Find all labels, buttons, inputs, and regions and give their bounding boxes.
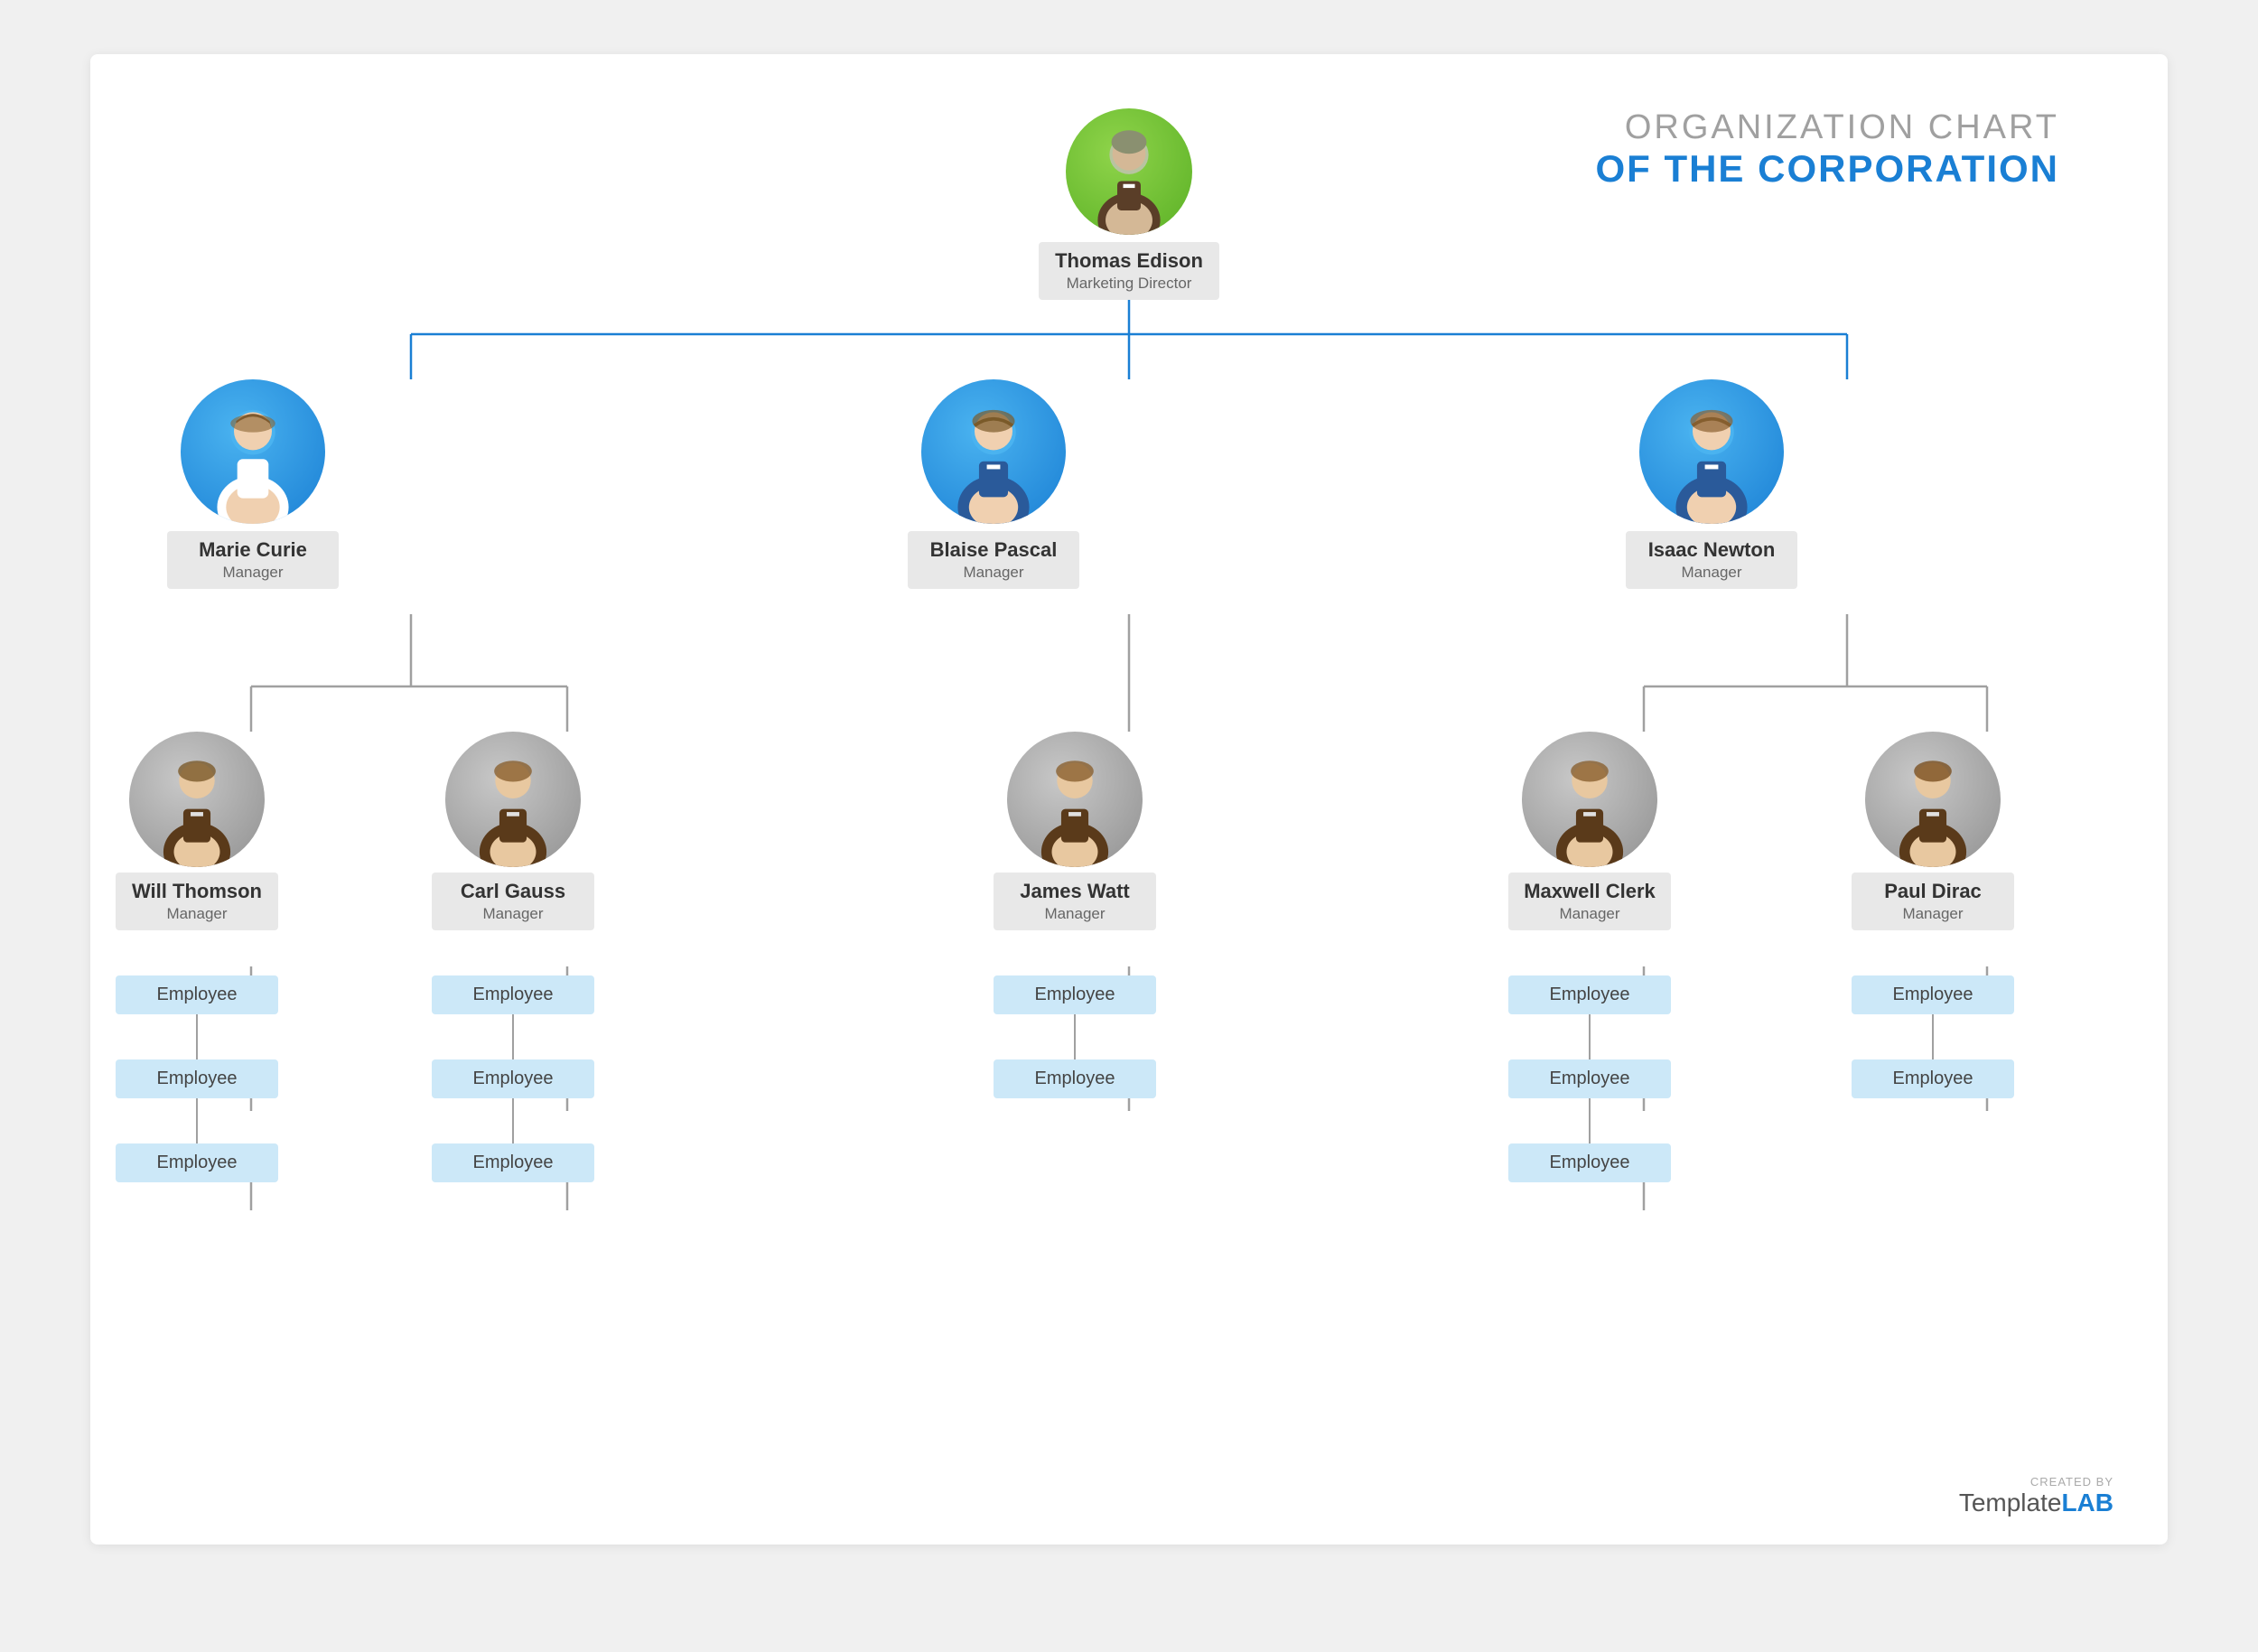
maxwell-person-icon [1535,752,1644,868]
james-name: James Watt [1004,880,1145,903]
marie-person-icon [195,401,311,524]
title-line2: OF THE CORPORATION [1595,147,2059,191]
carl-emp-3: Employee [432,1143,594,1182]
blaise-name: Blaise Pascal [919,538,1068,562]
james-person-icon [1021,752,1129,868]
marie-name: Marie Curie [178,538,328,562]
blaise-person-icon [936,401,1051,524]
will-role: Manager [126,905,267,923]
created-by-text: CREATED BY [1959,1475,2113,1489]
will-emp-1: Employee [116,975,278,1014]
carl-name-card: Carl Gauss Manager [432,873,594,930]
ceo-role: Marketing Director [1050,275,1208,293]
maxwell-role: Manager [1519,905,1660,923]
maxwell-emp-line-1 [1589,1014,1591,1059]
james-avatar [1007,732,1143,867]
ceo-avatar [1066,108,1192,235]
paul-person-icon [1879,752,1987,868]
brand-text: TemplateLAB [1959,1489,2113,1517]
james-name-card: James Watt Manager [994,873,1156,930]
watermark: CREATED BY TemplateLAB [1959,1475,2113,1517]
blaise-name-card: Blaise Pascal Manager [908,531,1079,589]
submanager-paul-node: Paul Dirac Manager Employee Employee [1852,732,2014,1098]
carl-avatar [445,732,581,867]
james-emp-line-1 [1074,1014,1076,1059]
title-line1: ORGANIZATION CHART [1595,108,2059,147]
will-employees: Employee Employee Employee [116,975,278,1182]
james-role: Manager [1004,905,1145,923]
paul-emp-2: Employee [1852,1059,2014,1098]
manager-marie-node: Marie Curie Manager [167,379,339,589]
isaac-role: Manager [1637,564,1787,582]
isaac-name-card: Isaac Newton Manager [1626,531,1797,589]
maxwell-name: Maxwell Clerk [1519,880,1660,903]
maxwell-emp-2: Employee [1508,1059,1671,1098]
james-emp-2: Employee [994,1059,1156,1098]
submanager-james-node: James Watt Manager Employee Employee [994,732,1156,1098]
paul-emp-line-1 [1932,1014,1934,1059]
page: ORGANIZATION CHART OF THE CORPORATION CR… [90,54,2168,1545]
submanager-carl-node: Carl Gauss Manager Employee Employee Emp… [432,732,594,1182]
submanager-will-node: Will Thomson Manager Employee Employee E… [116,732,278,1182]
title-area: ORGANIZATION CHART OF THE CORPORATION [1595,108,2059,191]
ceo-name-card: Thomas Edison Marketing Director [1039,242,1219,300]
ceo-person-icon [1078,127,1180,235]
paul-name-card: Paul Dirac Manager [1852,873,2014,930]
paul-name: Paul Dirac [1862,880,2003,903]
will-emp-line-1 [196,1014,198,1059]
paul-employees: Employee Employee [1852,975,2014,1098]
submanager-maxwell-node: Maxwell Clerk Manager Employee Employee … [1508,732,1671,1182]
manager-isaac-node: Isaac Newton Manager [1626,379,1797,589]
marie-avatar [181,379,325,524]
brand-lab: LAB [2061,1489,2113,1517]
marie-role: Manager [178,564,328,582]
isaac-avatar [1639,379,1784,524]
maxwell-emp-line-2 [1589,1098,1591,1143]
carl-role: Manager [443,905,583,923]
isaac-name: Isaac Newton [1637,538,1787,562]
maxwell-emp-1: Employee [1508,975,1671,1014]
manager-blaise-node: Blaise Pascal Manager [908,379,1079,589]
isaac-person-icon [1654,401,1769,524]
ceo-node: Thomas Edison Marketing Director [1039,108,1219,300]
carl-emp-line-1 [512,1014,514,1059]
carl-person-icon [459,752,567,868]
carl-employees: Employee Employee Employee [432,975,594,1182]
james-emp-1: Employee [994,975,1156,1014]
blaise-role: Manager [919,564,1068,582]
marie-name-card: Marie Curie Manager [167,531,339,589]
will-emp-2: Employee [116,1059,278,1098]
ceo-name: Thomas Edison [1050,249,1208,273]
paul-role: Manager [1862,905,2003,923]
carl-name: Carl Gauss [443,880,583,903]
carl-emp-1: Employee [432,975,594,1014]
james-employees: Employee Employee [994,975,1156,1098]
maxwell-name-card: Maxwell Clerk Manager [1508,873,1671,930]
paul-avatar [1865,732,2001,867]
will-name: Will Thomson [126,880,267,903]
will-emp-line-2 [196,1098,198,1143]
maxwell-emp-3: Employee [1508,1143,1671,1182]
maxwell-employees: Employee Employee Employee [1508,975,1671,1182]
carl-emp-2: Employee [432,1059,594,1098]
paul-emp-1: Employee [1852,975,2014,1014]
maxwell-avatar [1522,732,1657,867]
will-person-icon [143,752,251,868]
blaise-avatar [921,379,1066,524]
will-name-card: Will Thomson Manager [116,873,278,930]
will-avatar [129,732,265,867]
brand-template: Template [1959,1489,2062,1517]
carl-emp-line-2 [512,1098,514,1143]
will-emp-3: Employee [116,1143,278,1182]
